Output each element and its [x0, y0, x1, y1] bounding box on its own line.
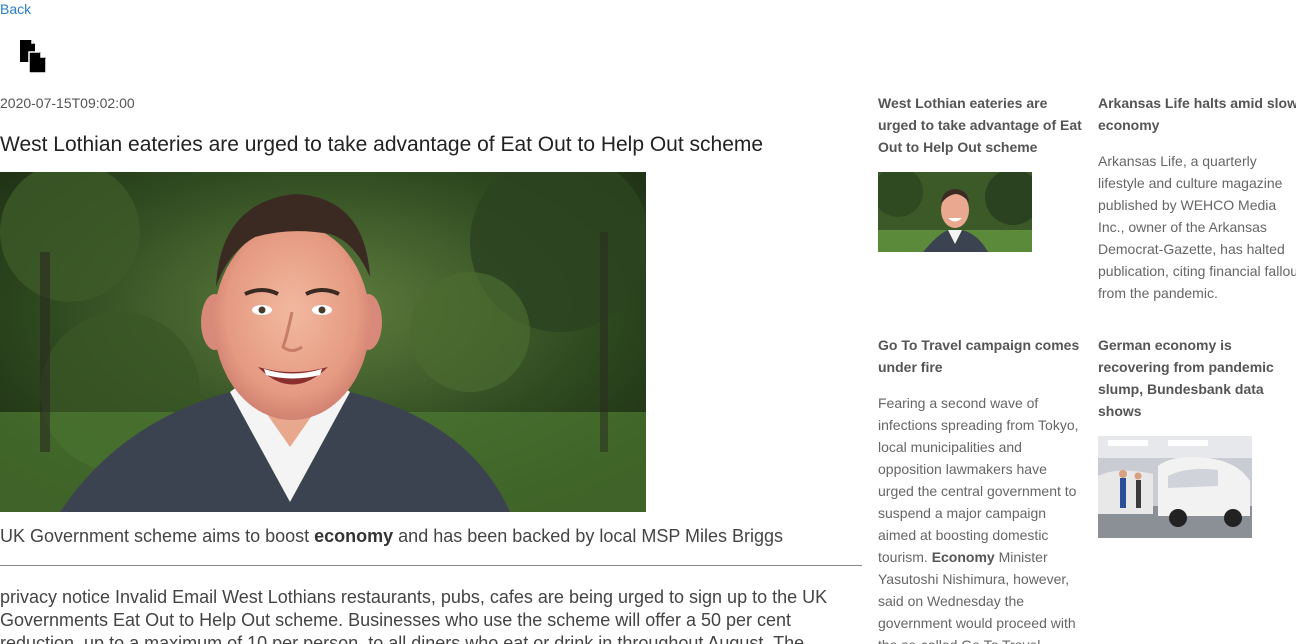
- related-card[interactable]: Arkansas Life halts amid slow economy Ar…: [1098, 92, 1296, 304]
- summary-keyword: Economy: [931, 549, 995, 565]
- hero-image: [0, 172, 646, 512]
- back-link[interactable]: Back: [0, 0, 31, 18]
- article-date: 2020-07-15T09:02:00: [0, 95, 135, 111]
- article-subhead: UK Government scheme aims to boost econo…: [0, 523, 862, 566]
- related-card-title[interactable]: Arkansas Life halts amid slow economy: [1098, 92, 1296, 136]
- related-card[interactable]: Go To Travel campaign comes under fire F…: [878, 334, 1084, 644]
- main-article: 2020-07-15T09:02:00 West Lothian eaterie…: [0, 92, 862, 644]
- related-card-title[interactable]: West Lothian eateries are urged to take …: [878, 92, 1084, 158]
- subhead-text-before: UK Government scheme aims to boost: [0, 526, 315, 546]
- related-card-title[interactable]: German economy is recovering from pandem…: [1098, 334, 1296, 422]
- related-card[interactable]: German economy is recovering from pandem…: [1098, 334, 1296, 538]
- subhead-keyword: economy: [314, 526, 394, 546]
- page: Back 2020-07-15T09:02:00 West Lothian ea…: [0, 0, 1296, 644]
- article-title: West Lothian eateries are urged to take …: [0, 133, 764, 156]
- related-card-thumbnail[interactable]: [878, 172, 1032, 252]
- related-card-summary: Fearing a second wave of infections spre…: [878, 392, 1084, 644]
- article-body: privacy notice Invalid Email West Lothia…: [0, 587, 828, 644]
- summary-text-before: Fearing a second wave of infections spre…: [878, 395, 1079, 565]
- related-card-title[interactable]: Go To Travel campaign comes under fire: [878, 334, 1084, 378]
- related-card-thumbnail[interactable]: [1098, 436, 1252, 538]
- copy-icon[interactable]: [19, 40, 47, 74]
- subhead-text-after: and has been backed by local MSP Miles B…: [393, 526, 784, 546]
- related-card[interactable]: West Lothian eateries are urged to take …: [878, 92, 1084, 252]
- related-card-summary: Arkansas Life, a quarterly lifestyle and…: [1098, 153, 1296, 301]
